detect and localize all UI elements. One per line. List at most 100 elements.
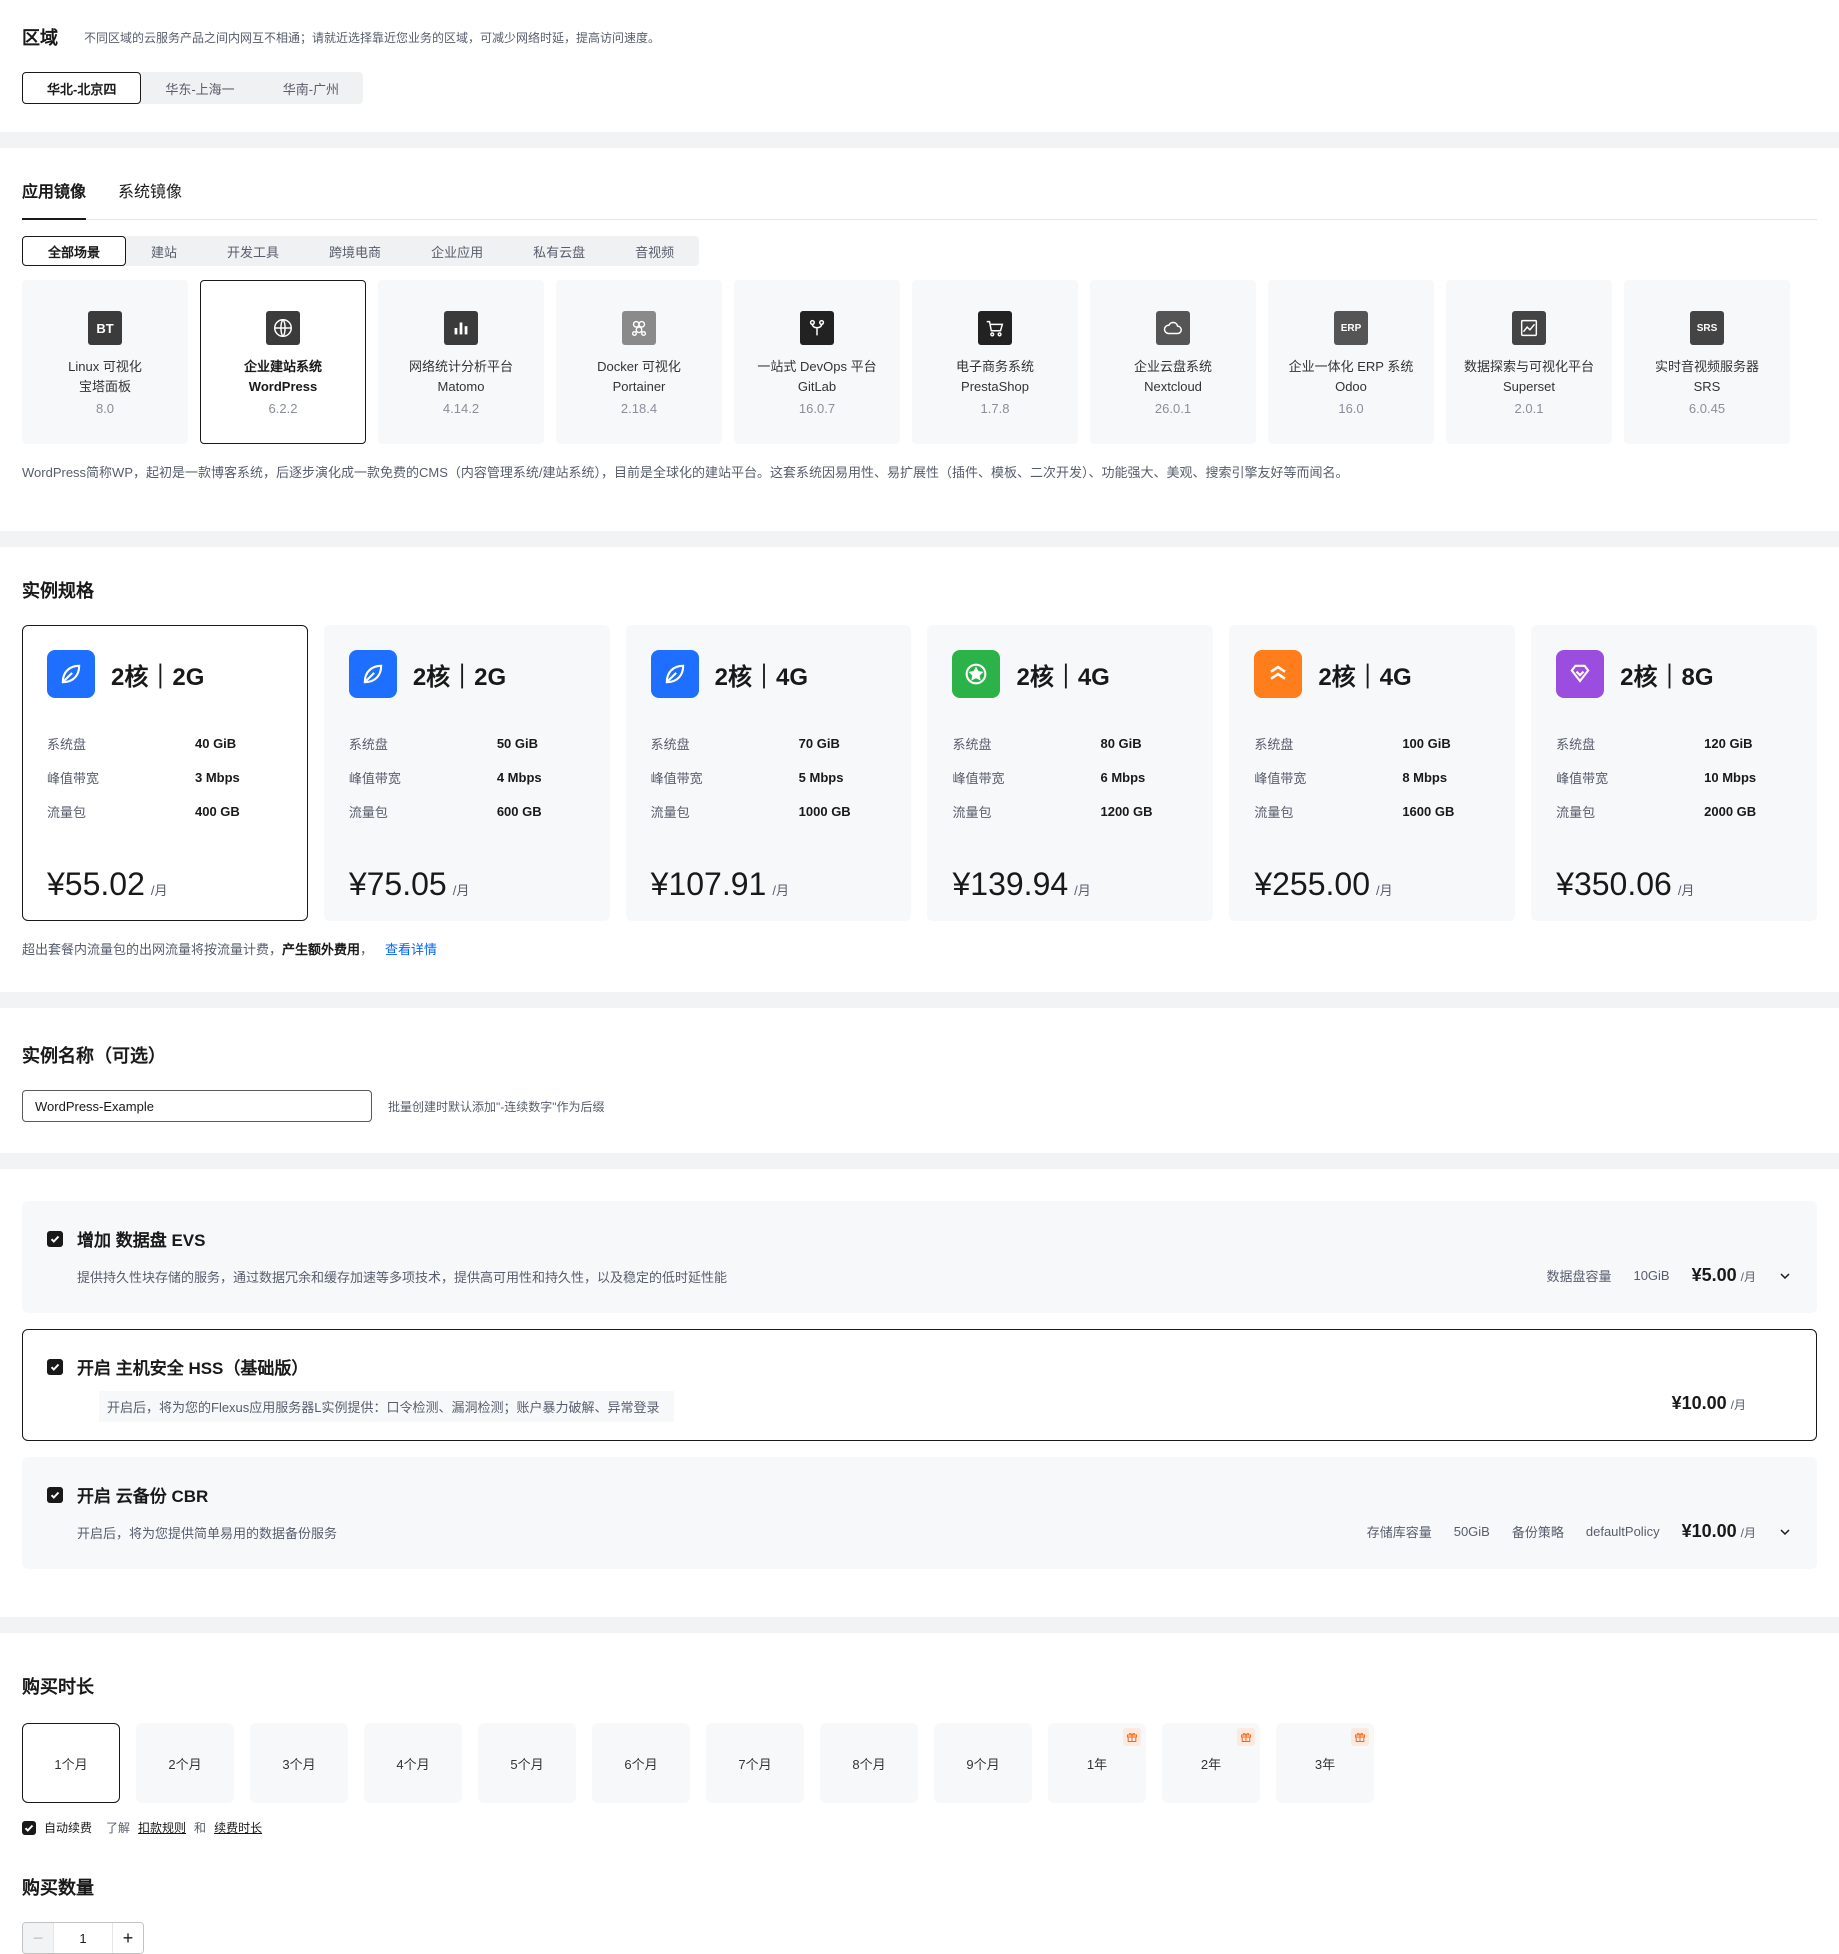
auto-renew-checkbox[interactable] bbox=[22, 1820, 36, 1835]
traffic-value: 600 GB bbox=[496, 803, 542, 819]
price-unit: /月 bbox=[452, 883, 470, 898]
app-image-grid: BT Linux 可视化 宝塔面板 8.0 企业建站系统 WordPress 6… bbox=[22, 280, 1817, 444]
category-av[interactable]: 音视频 bbox=[610, 236, 699, 266]
category-enterprise[interactable]: 企业应用 bbox=[406, 236, 508, 266]
hss-checkbox[interactable] bbox=[47, 1358, 63, 1375]
spec-title: 2核｜2G bbox=[111, 663, 205, 691]
increment-button[interactable]: + bbox=[113, 1923, 143, 1953]
price-unit: /月 bbox=[1740, 1270, 1756, 1284]
duration-option[interactable]: 7个月 bbox=[706, 1723, 804, 1803]
backup-policy-value: defaultPolicy bbox=[1585, 1524, 1660, 1539]
deduction-rules-link[interactable]: 扣款规则 bbox=[138, 1819, 186, 1836]
app-card-wordpress[interactable]: 企业建站系统 WordPress 6.2.2 bbox=[200, 280, 366, 444]
bandwidth-value: 5 Mbps bbox=[798, 769, 844, 785]
category-all[interactable]: 全部场景 bbox=[22, 236, 127, 266]
leaf-icon bbox=[47, 650, 95, 698]
name-section: 实例名称（可选） 批量创建时默认添加"-连续数字"作为后缀 bbox=[0, 1008, 1839, 1153]
spec-card[interactable]: 2核｜2G 系统盘 50 GiB 峰值带宽 4 Mbps 流量包 600 GB ¥75.05 /… bbox=[323, 625, 610, 921]
app-version: 1.7.8 bbox=[980, 401, 1010, 416]
spec-card[interactable]: 2核｜4G 系统盘 100 GiB 峰值带宽 8 Mbps 流量包 1600 GB ¥255.… bbox=[1229, 625, 1516, 921]
app-subname: PrestaShop bbox=[961, 379, 1029, 394]
duration-option[interactable]: 2年 bbox=[1162, 1723, 1260, 1803]
duration-option[interactable]: 1年 bbox=[1048, 1723, 1146, 1803]
tab-system-image[interactable]: 系统镜像 bbox=[118, 178, 182, 220]
duration-option[interactable]: 8个月 bbox=[820, 1723, 918, 1803]
app-name: 数据探索与可视化平台 bbox=[1463, 359, 1594, 374]
price-unit: /月 bbox=[772, 883, 789, 898]
app-card-nextcloud[interactable]: 企业云盘系统 Nextcloud 26.0.1 bbox=[1090, 280, 1256, 444]
bandwidth-label: 峰值带宽 bbox=[650, 770, 703, 786]
region-option-guangzhou[interactable]: 华南-广州 bbox=[259, 72, 363, 104]
instance-name-input[interactable] bbox=[22, 1090, 372, 1122]
app-card-portainer[interactable]: Docker 可视化 Portainer 2.18.4 bbox=[556, 280, 722, 444]
spec-card[interactable]: 2核｜4G 系统盘 80 GiB 峰值带宽 6 Mbps 流量包 1200 GB ¥139.9… bbox=[927, 625, 1214, 921]
price-unit: /月 bbox=[1677, 883, 1695, 898]
app-card-odoo[interactable]: ERP 企业一体化 ERP 系统 Odoo 16.0 bbox=[1268, 280, 1434, 444]
tab-app-image[interactable]: 应用镜像 bbox=[22, 178, 87, 220]
app-version: 2.0.1 bbox=[1514, 401, 1544, 416]
duration-option[interactable]: 4个月 bbox=[364, 1723, 462, 1803]
category-website[interactable]: 建站 bbox=[126, 236, 202, 266]
learn-text: 了解 bbox=[106, 1821, 131, 1835]
system-disk-label: 系统盘 bbox=[952, 736, 992, 752]
app-name: 企业建站系统 bbox=[243, 359, 322, 374]
spec-card[interactable]: 2核｜8G 系统盘 120 GiB 峰值带宽 10 Mbps 流量包 2000 GB ¥350… bbox=[1531, 625, 1817, 921]
duration-option[interactable]: 3个月 bbox=[250, 1723, 348, 1803]
spec-title: 2核｜4G bbox=[1318, 663, 1412, 691]
chevron-down-icon[interactable] bbox=[1778, 1525, 1792, 1539]
region-title: 区域 bbox=[22, 28, 58, 48]
addon-price: ¥10.00/月 bbox=[1672, 1393, 1746, 1414]
chevron-down-icon[interactable] bbox=[1778, 1269, 1792, 1283]
addon-title: 开启 云备份 CBR bbox=[77, 1487, 209, 1506]
duration-option[interactable]: 3年 bbox=[1276, 1723, 1374, 1803]
region-option-beijing4[interactable]: 华北-北京四 bbox=[22, 72, 142, 104]
duration-option[interactable]: 1个月 bbox=[22, 1723, 120, 1803]
duration-option[interactable]: 5个月 bbox=[478, 1723, 576, 1803]
app-card-gitlab[interactable]: 一站式 DevOps 平台 GitLab 16.0.7 bbox=[734, 280, 900, 444]
app-version: 4.14.2 bbox=[442, 401, 480, 416]
spec-card[interactable]: 2核｜4G 系统盘 70 GiB 峰值带宽 5 Mbps 流量包 1000 GB ¥107.9… bbox=[625, 625, 912, 921]
price-unit: /月 bbox=[1375, 883, 1393, 898]
category-ecommerce[interactable]: 跨境电商 bbox=[304, 236, 406, 266]
evs-checkbox[interactable] bbox=[47, 1230, 63, 1247]
bandwidth-value: 3 Mbps bbox=[195, 769, 240, 785]
app-card-srs[interactable]: SRS 实时音视频服务器 SRS 6.0.45 bbox=[1624, 280, 1790, 444]
addon-price-value: ¥10.00 bbox=[1671, 1393, 1727, 1413]
image-description: WordPress简称WP，起初是一款博客系统，后逐步演化成一款免费的CMS（内… bbox=[22, 465, 1349, 480]
app-version: 16.0 bbox=[1338, 401, 1364, 416]
spec-card[interactable]: 2核｜2G 系统盘 40 GiB 峰值带宽 3 Mbps 流量包 400 GB ¥55.02 /… bbox=[22, 625, 308, 921]
duration-option[interactable]: 6个月 bbox=[592, 1723, 690, 1803]
app-subname: SRS bbox=[1693, 379, 1721, 394]
section-divider bbox=[0, 992, 1839, 1008]
app-card-bt[interactable]: BT Linux 可视化 宝塔面板 8.0 bbox=[22, 280, 188, 444]
duration-option[interactable]: 9个月 bbox=[934, 1723, 1032, 1803]
region-section: 区域 不同区域的云服务产品之间内网互不相通；请就近选择靠近您业务的区域，可减少网… bbox=[0, 0, 1839, 132]
renewal-period-link[interactable]: 续费时长 bbox=[214, 1819, 262, 1836]
app-card-prestashop[interactable]: 电子商务系统 PrestaShop 1.7.8 bbox=[912, 280, 1078, 444]
leaf-icon bbox=[650, 650, 699, 698]
quantity-value[interactable]: 1 bbox=[53, 1923, 113, 1953]
system-disk-label: 系统盘 bbox=[47, 736, 87, 752]
traffic-value: 1600 GB bbox=[1402, 803, 1455, 819]
bandwidth-label: 峰值带宽 bbox=[47, 770, 100, 786]
addon-section: 增加 数据盘 EVS 提供持久性块存储的服务，通过数据冗余和缓存加速等多项技术，… bbox=[0, 1169, 1839, 1617]
category-dev-tools[interactable]: 开发工具 bbox=[202, 236, 304, 266]
app-card-matomo[interactable]: 网络统计分析平台 Matomo 4.14.2 bbox=[378, 280, 544, 444]
duration-option[interactable]: 2个月 bbox=[136, 1723, 234, 1803]
gift-icon bbox=[1351, 1728, 1369, 1746]
system-disk-value: 50 GiB bbox=[496, 735, 539, 751]
bandwidth-label: 峰值带宽 bbox=[1556, 770, 1609, 786]
cbr-checkbox[interactable] bbox=[47, 1486, 63, 1503]
duration-label: 9个月 bbox=[966, 1756, 1000, 1772]
traffic-note-strong: 产生额外费用 bbox=[282, 942, 361, 957]
view-details-link[interactable]: 查看详情 bbox=[385, 942, 437, 957]
region-hint: 不同区域的云服务产品之间内网互不相通；请就近选择靠近您业务的区域，可减少网络时延… bbox=[84, 30, 661, 45]
category-private-cloud[interactable]: 私有云盘 bbox=[508, 236, 610, 266]
app-card-superset[interactable]: 数据探索与可视化平台 Superset 2.0.1 bbox=[1446, 280, 1612, 444]
region-option-shanghai1[interactable]: 华东-上海一 bbox=[141, 72, 258, 104]
decrement-button[interactable]: − bbox=[23, 1923, 53, 1953]
image-section: 应用镜像 系统镜像 全部场景 建站 开发工具 跨境电商 企业应用 私有云盘 音视… bbox=[0, 148, 1839, 531]
check-icon bbox=[24, 1824, 34, 1832]
disk-capacity-value: 10GiB bbox=[1633, 1268, 1670, 1283]
app-subname: Portainer bbox=[612, 379, 666, 394]
